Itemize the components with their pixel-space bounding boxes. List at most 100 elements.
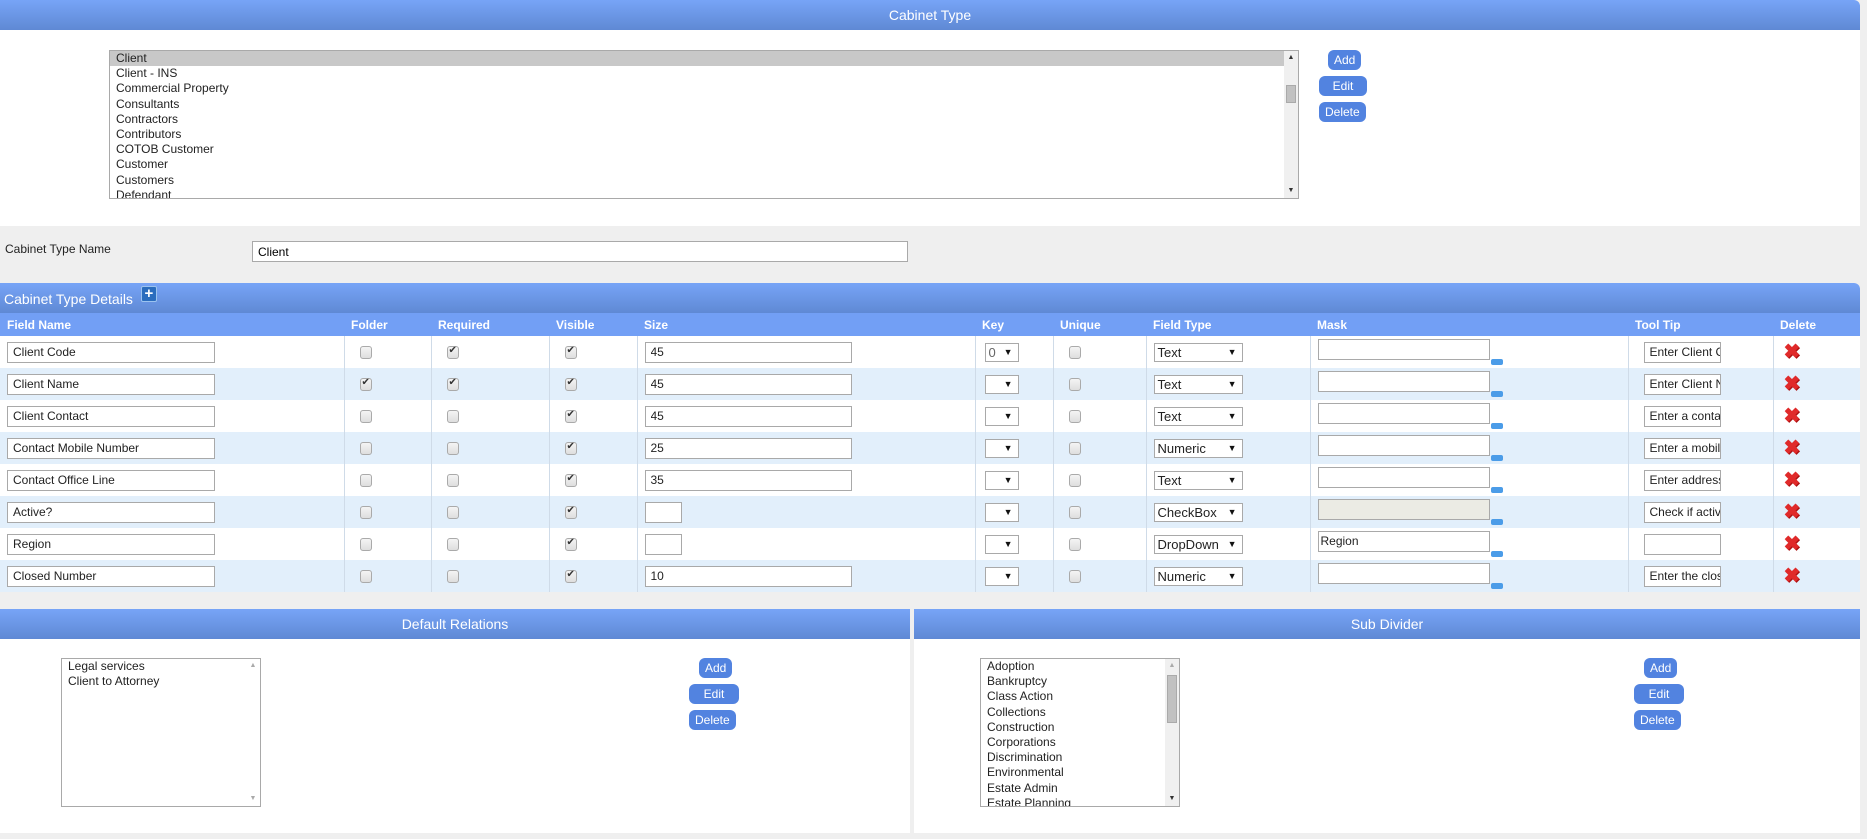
tooltip-input[interactable] (1643, 341, 1721, 363)
mask-editor-icon[interactable] (1490, 423, 1503, 430)
required-checkbox[interactable] (446, 506, 459, 520)
field-name-input[interactable] (7, 501, 215, 523)
mask-input[interactable] (1317, 562, 1490, 584)
list-item[interactable]: Contractors (110, 112, 1298, 127)
list-item[interactable]: Estate Admin (981, 781, 1179, 796)
key-select[interactable]: ▼ (984, 406, 1019, 426)
tooltip-input[interactable] (1643, 565, 1721, 587)
delete-x-icon[interactable]: ✖ (1784, 341, 1801, 363)
size-input[interactable] (644, 469, 852, 491)
scroll-thumb[interactable] (1286, 85, 1296, 103)
field-name-input[interactable] (7, 565, 215, 587)
cabinet-type-name-input[interactable] (252, 241, 908, 262)
size-input[interactable] (644, 405, 852, 427)
tooltip-input[interactable] (1643, 469, 1721, 491)
visible-checkbox[interactable] (564, 441, 577, 456)
delete-x-icon[interactable]: ✖ (1784, 533, 1801, 555)
list-item[interactable]: Construction (981, 720, 1179, 735)
sub-divider-add-button[interactable]: Add (1644, 658, 1678, 678)
scroll-up-arrow-icon[interactable]: ▲ (246, 659, 260, 673)
delete-x-icon[interactable]: ✖ (1784, 373, 1801, 395)
key-select[interactable]: 0 ▼ (984, 342, 1019, 362)
delete-x-icon[interactable]: ✖ (1784, 501, 1801, 523)
cabinet-type-list[interactable]: Client Client - INS Commercial Property Con… (109, 50, 1299, 199)
unique-checkbox[interactable] (1068, 346, 1081, 360)
delete-x-icon[interactable]: ✖ (1784, 565, 1801, 587)
mask-input[interactable] (1317, 338, 1490, 360)
folder-checkbox[interactable] (359, 410, 372, 424)
field-name-input[interactable] (7, 373, 215, 395)
mask-editor-icon[interactable] (1490, 455, 1503, 462)
field-type-select[interactable]: Numeric ▼ (1153, 566, 1243, 586)
folder-checkbox[interactable] (359, 474, 372, 488)
list-item[interactable]: Bankruptcy (981, 674, 1179, 689)
size-input[interactable] (644, 565, 852, 587)
plus-icon[interactable]: + (140, 286, 157, 302)
list-item[interactable]: Commercial Property (110, 81, 1298, 96)
mask-input[interactable] (1317, 530, 1490, 552)
folder-checkbox[interactable] (359, 506, 372, 520)
key-select[interactable]: ▼ (984, 374, 1019, 394)
list-item[interactable]: Consultants (110, 97, 1298, 112)
delete-x-icon[interactable]: ✖ (1784, 405, 1801, 427)
tooltip-input[interactable] (1643, 373, 1721, 395)
unique-checkbox[interactable] (1068, 410, 1081, 424)
scroll-down-arrow-icon[interactable]: ▼ (246, 792, 260, 806)
field-type-select[interactable]: Text ▼ (1153, 470, 1243, 490)
visible-checkbox[interactable] (564, 569, 577, 584)
scroll-up-arrow-icon[interactable]: ▲ (1284, 51, 1298, 65)
default-relations-scrollbar[interactable]: ▲ ▼ (246, 659, 260, 806)
field-type-select[interactable]: Numeric ▼ (1153, 438, 1243, 458)
key-select[interactable]: ▼ (984, 534, 1019, 554)
folder-checkbox[interactable] (359, 346, 372, 360)
tooltip-input[interactable] (1643, 405, 1721, 427)
visible-checkbox[interactable] (564, 345, 577, 360)
sub-divider-edit-button[interactable]: Edit (1634, 684, 1684, 704)
mask-editor-icon[interactable] (1490, 583, 1503, 590)
folder-checkbox[interactable] (359, 377, 372, 392)
list-item[interactable]: Customer (110, 157, 1298, 172)
visible-checkbox[interactable] (564, 537, 577, 552)
field-type-select[interactable]: Text ▼ (1153, 374, 1243, 394)
visible-checkbox[interactable] (564, 409, 577, 424)
mask-editor-icon[interactable] (1490, 487, 1503, 494)
mask-input[interactable] (1317, 434, 1490, 456)
mask-editor-icon[interactable] (1490, 551, 1503, 558)
required-checkbox[interactable] (446, 345, 459, 360)
tooltip-input[interactable] (1643, 533, 1721, 555)
list-item[interactable]: Class Action (981, 689, 1179, 704)
list-item[interactable]: Customers (110, 173, 1298, 188)
size-input[interactable] (644, 533, 682, 555)
folder-checkbox[interactable] (359, 538, 372, 552)
required-checkbox[interactable] (446, 538, 459, 552)
list-item[interactable]: Estate Planning (981, 796, 1179, 806)
field-name-input[interactable] (7, 437, 215, 459)
list-item[interactable]: Discrimination (981, 750, 1179, 765)
folder-checkbox[interactable] (359, 570, 372, 584)
list-item[interactable]: Contributors (110, 127, 1298, 142)
cabinet-type-add-button[interactable]: Add (1328, 50, 1362, 70)
default-relations-edit-button[interactable]: Edit (689, 684, 739, 704)
field-type-select[interactable]: Text ▼ (1153, 406, 1243, 426)
mask-input[interactable] (1317, 402, 1490, 424)
required-checkbox[interactable] (446, 442, 459, 456)
field-name-input[interactable] (7, 469, 215, 491)
list-item[interactable]: Collections (981, 705, 1179, 720)
sub-divider-delete-button[interactable]: Delete (1634, 710, 1681, 730)
list-item[interactable]: Legal services (62, 659, 260, 674)
cabinet-type-list-scrollbar[interactable]: ▲ ▼ (1284, 51, 1298, 198)
unique-checkbox[interactable] (1068, 378, 1081, 392)
list-item[interactable]: Environmental (981, 765, 1179, 780)
key-select[interactable]: ▼ (984, 502, 1019, 522)
list-item[interactable]: Corporations (981, 735, 1179, 750)
mask-editor-icon[interactable] (1490, 391, 1503, 398)
scroll-up-arrow-icon[interactable]: ▲ (1165, 659, 1179, 673)
field-type-select[interactable]: DropDown ▼ (1153, 534, 1243, 554)
size-input[interactable] (644, 501, 682, 523)
default-relations-add-button[interactable]: Add (699, 658, 733, 678)
size-input[interactable] (644, 341, 852, 363)
cabinet-type-delete-button[interactable]: Delete (1319, 102, 1366, 122)
list-item[interactable]: Adoption (981, 659, 1179, 674)
field-name-input[interactable] (7, 405, 215, 427)
mask-editor-icon[interactable] (1490, 359, 1503, 366)
